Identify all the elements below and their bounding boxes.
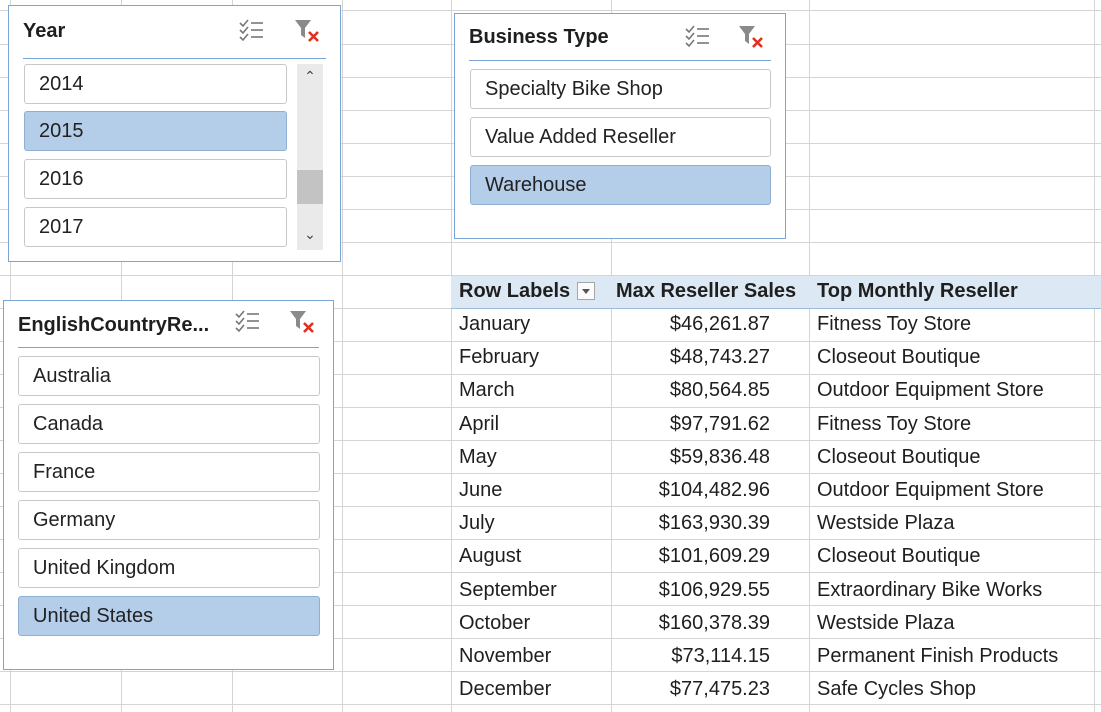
scroll-thumb[interactable] (297, 170, 323, 204)
year-slicer-header: Year (23, 6, 326, 59)
pivot-cell-month[interactable]: October (459, 612, 530, 635)
row-labels-filter-dropdown-icon[interactable] (577, 282, 595, 300)
pivot-cell-sales[interactable]: $73,114.15 (671, 645, 770, 668)
scroll-up-arrow-icon[interactable]: ⌃ (300, 68, 320, 85)
pivot-cell-month[interactable]: June (459, 479, 502, 502)
slicer-item-australia[interactable]: Australia (18, 356, 320, 396)
pivot-cell-reseller[interactable]: Fitness Toy Store (817, 413, 971, 436)
pivot-cell-month[interactable]: May (459, 446, 497, 469)
slicer-item-specialty-bike-shop[interactable]: Specialty Bike Shop (470, 69, 771, 109)
pivot-cell-reseller[interactable]: Closeout Boutique (817, 446, 980, 469)
year-slicer-scrollbar[interactable]: ⌃ ⌄ (297, 64, 323, 250)
pivot-row[interactable]: May $59,836.48 Closeout Boutique (451, 441, 1101, 474)
pivot-cell-sales[interactable]: $59,836.48 (670, 446, 770, 469)
pivot-cell-month[interactable]: July (459, 512, 495, 535)
pivot-cell-sales[interactable]: $101,609.29 (659, 545, 770, 568)
pivot-header-row: Row Labels Max Reseller Sales Top Monthl… (451, 276, 1101, 309)
top-monthly-reseller-header: Top Monthly Reseller (817, 280, 1018, 302)
pivot-cell-sales[interactable]: $48,743.27 (670, 346, 770, 369)
pivot-cell-month[interactable]: January (459, 313, 530, 336)
pivot-row[interactable]: January $46,261.87 Fitness Toy Store (451, 308, 1101, 341)
pivot-cell-month[interactable]: August (459, 545, 521, 568)
pivot-cell-sales[interactable]: $77,475.23 (670, 678, 770, 701)
slicer-item-canada[interactable]: Canada (18, 404, 320, 444)
pivot-cell-reseller[interactable]: Fitness Toy Store (817, 313, 971, 336)
clear-filter-icon[interactable] (293, 18, 321, 44)
slicer-item-warehouse[interactable]: Warehouse (470, 165, 771, 205)
slicer-item-france[interactable]: France (18, 452, 320, 492)
clear-filter-icon[interactable] (737, 24, 765, 50)
pivot-row[interactable]: March $80,564.85 Outdoor Equipment Store (451, 374, 1101, 407)
pivot-row[interactable]: July $163,930.39 Westside Plaza (451, 507, 1101, 540)
slicer-item-germany[interactable]: Germany (18, 500, 320, 540)
pivot-cell-month[interactable]: February (459, 346, 539, 369)
slicer-item-united-kingdom[interactable]: United Kingdom (18, 548, 320, 588)
business-type-slicer: Business Type Specialty Bike Shop Value … (454, 13, 786, 239)
multi-select-icon[interactable] (237, 18, 265, 44)
multi-select-icon[interactable] (233, 309, 261, 335)
pivot-cell-reseller[interactable]: Closeout Boutique (817, 545, 980, 568)
pivot-row[interactable]: October $160,378.39 Westside Plaza (451, 607, 1101, 640)
pivot-cell-month[interactable]: September (459, 579, 557, 602)
slicer-item-value-added-reseller[interactable]: Value Added Reseller (470, 117, 771, 157)
slicer-item-2017[interactable]: 2017 (24, 207, 287, 247)
pivot-cell-month[interactable]: November (459, 645, 551, 668)
pivot-cell-reseller[interactable]: Westside Plaza (817, 612, 954, 635)
pivot-cell-sales[interactable]: $97,791.62 (670, 413, 770, 436)
slicer-item-2014[interactable]: 2014 (24, 64, 287, 104)
pivot-cell-reseller[interactable]: Outdoor Equipment Store (817, 379, 1044, 402)
clear-filter-icon[interactable] (288, 309, 316, 335)
year-slicer-title: Year (23, 20, 66, 42)
pivot-cell-sales[interactable]: $46,261.87 (670, 313, 770, 336)
pivot-row[interactable]: April $97,791.62 Fitness Toy Store (451, 408, 1101, 441)
multi-select-icon[interactable] (683, 24, 711, 50)
country-slicer-title: EnglishCountryRe... (18, 314, 210, 336)
scroll-down-arrow-icon[interactable]: ⌄ (300, 226, 320, 243)
pivot-cell-sales[interactable]: $163,930.39 (659, 512, 770, 535)
pivot-cell-month[interactable]: April (459, 413, 499, 436)
pivot-cell-sales[interactable]: $104,482.96 (659, 479, 770, 502)
country-slicer-header: EnglishCountryRe... (18, 301, 319, 348)
slicer-item-2015[interactable]: 2015 (24, 111, 287, 151)
pivot-row[interactable]: September $106,929.55 Extraordinary Bike W… (451, 574, 1101, 607)
slicer-item-united-states[interactable]: United States (18, 596, 320, 636)
pivot-row[interactable]: August $101,609.29 Closeout Boutique (451, 540, 1101, 573)
business-type-slicer-title: Business Type (469, 26, 609, 48)
country-slicer: EnglishCountryRe... Australia Canada Fra… (3, 300, 334, 670)
slicer-item-2016[interactable]: 2016 (24, 159, 287, 199)
pivot-cell-reseller[interactable]: Closeout Boutique (817, 346, 980, 369)
pivot-cell-month[interactable]: March (459, 379, 515, 402)
pivot-cell-reseller[interactable]: Permanent Finish Products (817, 645, 1058, 668)
pivot-cell-sales[interactable]: $106,929.55 (659, 579, 770, 602)
pivot-row[interactable]: November $73,114.15 Permanent Finish Produ… (451, 640, 1101, 673)
pivot-cell-reseller[interactable]: Extraordinary Bike Works (817, 579, 1042, 602)
year-slicer: Year 2014 2015 2016 2017 ⌃ ⌄ (8, 5, 341, 262)
pivot-row[interactable]: June $104,482.96 Outdoor Equipment Store (451, 474, 1101, 507)
pivot-cell-reseller[interactable]: Outdoor Equipment Store (817, 479, 1044, 502)
pivot-row[interactable]: February $48,743.27 Closeout Boutique (451, 341, 1101, 374)
pivot-cell-sales[interactable]: $80,564.85 (670, 379, 770, 402)
pivot-cell-month[interactable]: December (459, 678, 551, 701)
pivot-cell-reseller[interactable]: Westside Plaza (817, 512, 954, 535)
business-type-slicer-header: Business Type (469, 14, 771, 61)
pivot-cell-reseller[interactable]: Safe Cycles Shop (817, 678, 976, 701)
pivot-cell-sales[interactable]: $160,378.39 (659, 612, 770, 635)
max-reseller-sales-header: Max Reseller Sales (616, 280, 797, 302)
pivot-row[interactable]: December $77,475.23 Safe Cycles Shop (451, 673, 1101, 706)
row-labels-header: Row Labels (459, 280, 571, 302)
